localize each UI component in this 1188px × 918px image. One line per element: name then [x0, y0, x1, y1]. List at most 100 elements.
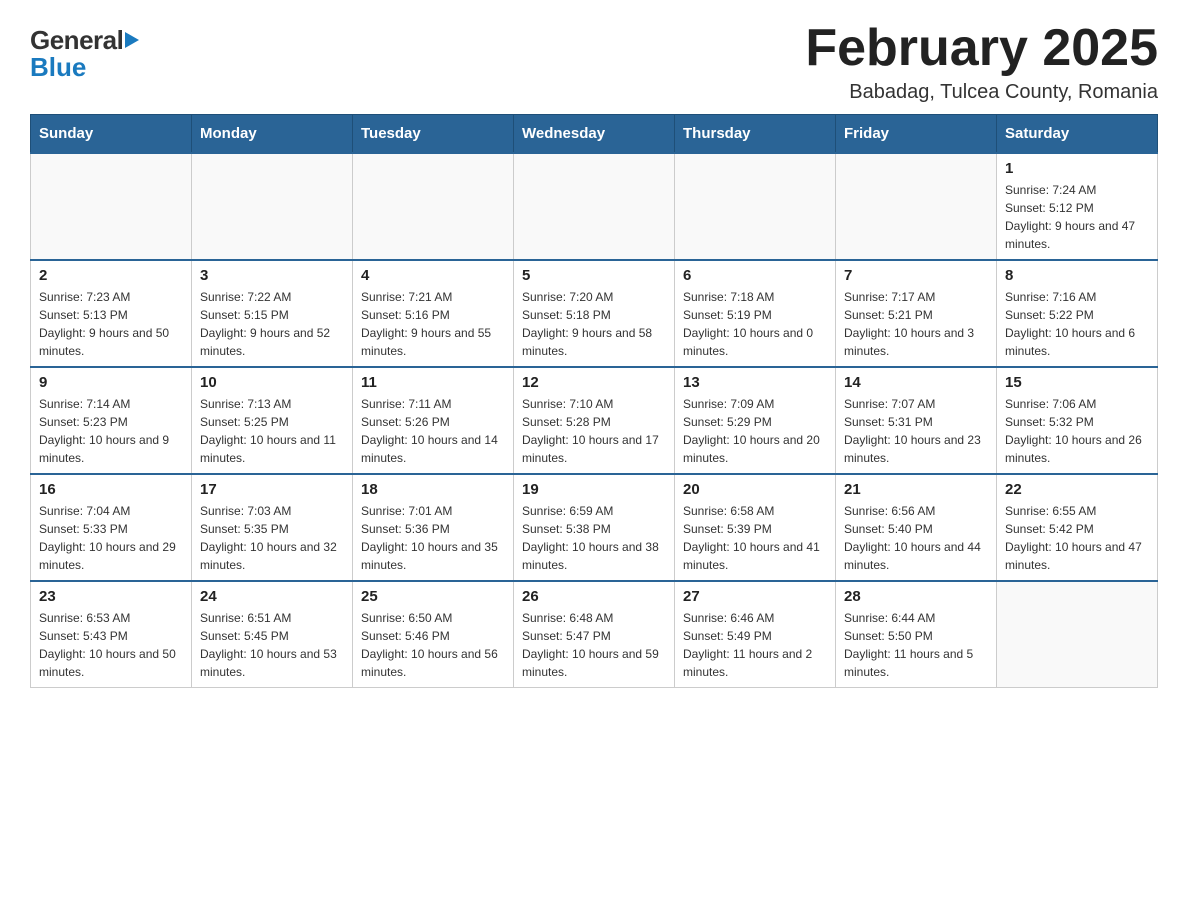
day-number: 1	[1005, 160, 1149, 177]
calendar-cell	[514, 153, 675, 260]
calendar-week-row: 16 Sunrise: 7:04 AMSunset: 5:33 PMDayligh…	[31, 474, 1158, 581]
day-number: 9	[39, 374, 183, 391]
calendar-week-row: 1 Sunrise: 7:24 AMSunset: 5:12 PMDaylight…	[31, 153, 1158, 260]
day-number: 25	[361, 588, 505, 605]
day-info: Sunrise: 6:51 AMSunset: 5:45 PMDaylight:…	[200, 609, 344, 681]
day-number: 6	[683, 267, 827, 284]
calendar-header: Sunday Monday Tuesday Wednesday Thursday…	[31, 115, 1158, 154]
calendar-cell: 24 Sunrise: 6:51 AMSunset: 5:45 PMDayligh…	[192, 581, 353, 688]
day-number: 11	[361, 374, 505, 391]
header-saturday: Saturday	[997, 115, 1158, 154]
header-wednesday: Wednesday	[514, 115, 675, 154]
calendar-cell: 12Sunrise: 7:10 AMSunset: 5:28 PMDayligh…	[514, 367, 675, 474]
day-number: 23	[39, 588, 183, 605]
day-number: 10	[200, 374, 344, 391]
calendar-cell	[675, 153, 836, 260]
day-info: Sunrise: 6:58 AMSunset: 5:39 PMDaylight:…	[683, 502, 827, 574]
header-thursday: Thursday	[675, 115, 836, 154]
day-info: Sunrise: 6:53 AMSunset: 5:43 PMDaylight:…	[39, 609, 183, 681]
day-info: Sunrise: 7:11 AMSunset: 5:26 PMDaylight:…	[361, 395, 505, 467]
day-number: 21	[844, 481, 988, 498]
day-number: 18	[361, 481, 505, 498]
calendar-cell: 16 Sunrise: 7:04 AMSunset: 5:33 PMDayligh…	[31, 474, 192, 581]
day-info: Sunrise: 6:44 AMSunset: 5:50 PMDaylight:…	[844, 609, 988, 681]
page-title: February 2025	[805, 20, 1158, 77]
day-info: Sunrise: 7:04 AMSunset: 5:33 PMDaylight:…	[39, 502, 183, 574]
calendar-cell: 6 Sunrise: 7:18 AMSunset: 5:19 PMDaylight…	[675, 260, 836, 367]
day-info: Sunrise: 7:17 AMSunset: 5:21 PMDaylight:…	[844, 288, 988, 360]
day-number: 14	[844, 374, 988, 391]
day-info: Sunrise: 7:20 AMSunset: 5:18 PMDaylight:…	[522, 288, 666, 360]
header-monday: Monday	[192, 115, 353, 154]
day-info: Sunrise: 7:23 AMSunset: 5:13 PMDaylight:…	[39, 288, 183, 360]
day-number: 12	[522, 374, 666, 391]
calendar-cell: 15 Sunrise: 7:06 AMSunset: 5:32 PMDayligh…	[997, 367, 1158, 474]
weekday-header-row: Sunday Monday Tuesday Wednesday Thursday…	[31, 115, 1158, 154]
calendar-cell: 25Sunrise: 6:50 AMSunset: 5:46 PMDayligh…	[353, 581, 514, 688]
day-number: 20	[683, 481, 827, 498]
calendar-cell: 8 Sunrise: 7:16 AMSunset: 5:22 PMDaylight…	[997, 260, 1158, 367]
calendar-cell: 22Sunrise: 6:55 AMSunset: 5:42 PMDayligh…	[997, 474, 1158, 581]
calendar-cell	[192, 153, 353, 260]
calendar-cell: 1 Sunrise: 7:24 AMSunset: 5:12 PMDaylight…	[997, 153, 1158, 260]
day-number: 13	[683, 374, 827, 391]
day-number: 24	[200, 588, 344, 605]
calendar-cell: 14 Sunrise: 7:07 AMSunset: 5:31 PMDayligh…	[836, 367, 997, 474]
day-number: 17	[200, 481, 344, 498]
day-info: Sunrise: 7:16 AMSunset: 5:22 PMDaylight:…	[1005, 288, 1149, 360]
calendar-cell: 19 Sunrise: 6:59 AMSunset: 5:38 PMDayligh…	[514, 474, 675, 581]
day-info: Sunrise: 7:03 AMSunset: 5:35 PMDaylight:…	[200, 502, 344, 574]
calendar-cell: 9 Sunrise: 7:14 AMSunset: 5:23 PMDaylight…	[31, 367, 192, 474]
calendar-table: Sunday Monday Tuesday Wednesday Thursday…	[30, 114, 1158, 688]
day-info: Sunrise: 7:01 AMSunset: 5:36 PMDaylight:…	[361, 502, 505, 574]
day-number: 7	[844, 267, 988, 284]
calendar-cell: 4 Sunrise: 7:21 AMSunset: 5:16 PMDaylight…	[353, 260, 514, 367]
calendar-cell	[836, 153, 997, 260]
day-number: 4	[361, 267, 505, 284]
logo-blue-text: Blue	[30, 52, 86, 83]
calendar-cell: 10 Sunrise: 7:13 AMSunset: 5:25 PMDayligh…	[192, 367, 353, 474]
calendar-body: 1 Sunrise: 7:24 AMSunset: 5:12 PMDaylight…	[31, 153, 1158, 688]
calendar-cell	[997, 581, 1158, 688]
day-number: 15	[1005, 374, 1149, 391]
calendar-week-row: 23 Sunrise: 6:53 AMSunset: 5:43 PMDayligh…	[31, 581, 1158, 688]
logo-arrow-icon	[125, 32, 139, 48]
calendar-cell: 20 Sunrise: 6:58 AMSunset: 5:39 PMDayligh…	[675, 474, 836, 581]
day-number: 19	[522, 481, 666, 498]
day-info: Sunrise: 7:13 AMSunset: 5:25 PMDaylight:…	[200, 395, 344, 467]
day-number: 27	[683, 588, 827, 605]
page-subtitle: Babadag, Tulcea County, Romania	[805, 81, 1158, 104]
day-info: Sunrise: 7:21 AMSunset: 5:16 PMDaylight:…	[361, 288, 505, 360]
day-info: Sunrise: 6:59 AMSunset: 5:38 PMDaylight:…	[522, 502, 666, 574]
header-tuesday: Tuesday	[353, 115, 514, 154]
calendar-cell: 13 Sunrise: 7:09 AMSunset: 5:29 PMDayligh…	[675, 367, 836, 474]
day-info: Sunrise: 7:07 AMSunset: 5:31 PMDaylight:…	[844, 395, 988, 467]
day-number: 28	[844, 588, 988, 605]
day-info: Sunrise: 7:24 AMSunset: 5:12 PMDaylight:…	[1005, 181, 1149, 253]
page-header: General Blue February 2025 Babadag, Tulc…	[30, 20, 1158, 104]
calendar-cell: 2 Sunrise: 7:23 AMSunset: 5:13 PMDaylight…	[31, 260, 192, 367]
day-number: 3	[200, 267, 344, 284]
calendar-week-row: 2 Sunrise: 7:23 AMSunset: 5:13 PMDaylight…	[31, 260, 1158, 367]
calendar-cell: 7 Sunrise: 7:17 AMSunset: 5:21 PMDaylight…	[836, 260, 997, 367]
calendar-cell: 27 Sunrise: 6:46 AMSunset: 5:49 PMDayligh…	[675, 581, 836, 688]
header-sunday: Sunday	[31, 115, 192, 154]
calendar-cell: 26Sunrise: 6:48 AMSunset: 5:47 PMDayligh…	[514, 581, 675, 688]
day-number: 16	[39, 481, 183, 498]
day-info: Sunrise: 7:06 AMSunset: 5:32 PMDaylight:…	[1005, 395, 1149, 467]
day-info: Sunrise: 7:14 AMSunset: 5:23 PMDaylight:…	[39, 395, 183, 467]
day-number: 5	[522, 267, 666, 284]
day-info: Sunrise: 6:46 AMSunset: 5:49 PMDaylight:…	[683, 609, 827, 681]
calendar-week-row: 9 Sunrise: 7:14 AMSunset: 5:23 PMDaylight…	[31, 367, 1158, 474]
calendar-cell: 3 Sunrise: 7:22 AMSunset: 5:15 PMDaylight…	[192, 260, 353, 367]
day-info: Sunrise: 7:22 AMSunset: 5:15 PMDaylight:…	[200, 288, 344, 360]
title-block: February 2025 Babadag, Tulcea County, Ro…	[805, 20, 1158, 104]
day-info: Sunrise: 7:18 AMSunset: 5:19 PMDaylight:…	[683, 288, 827, 360]
day-info: Sunrise: 7:09 AMSunset: 5:29 PMDaylight:…	[683, 395, 827, 467]
calendar-cell: 17 Sunrise: 7:03 AMSunset: 5:35 PMDayligh…	[192, 474, 353, 581]
logo: General Blue	[30, 20, 139, 83]
day-number: 8	[1005, 267, 1149, 284]
day-number: 2	[39, 267, 183, 284]
calendar-cell: 5 Sunrise: 7:20 AMSunset: 5:18 PMDaylight…	[514, 260, 675, 367]
calendar-cell: 23 Sunrise: 6:53 AMSunset: 5:43 PMDayligh…	[31, 581, 192, 688]
